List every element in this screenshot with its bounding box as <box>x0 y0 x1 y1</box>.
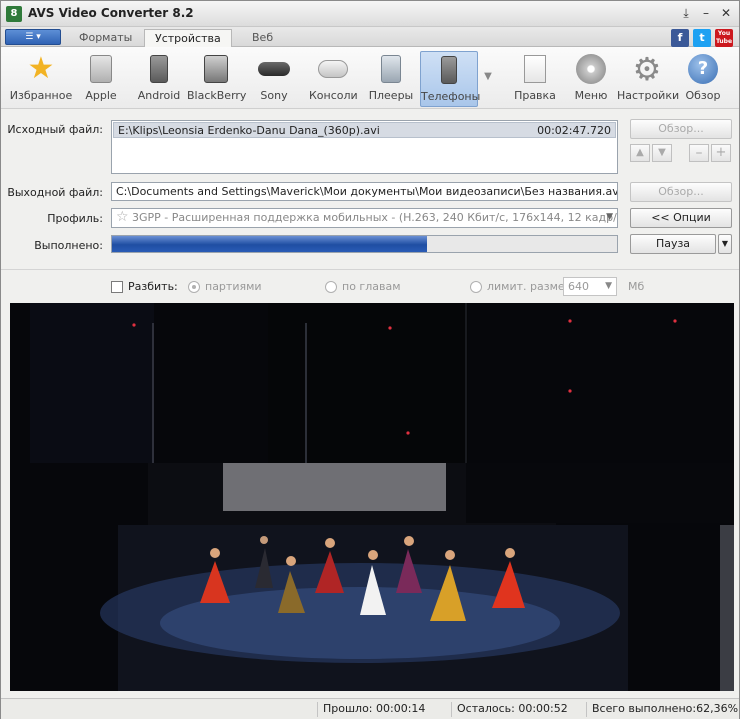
profile-value: 3GPP - Расширенная поддержка мобильных -… <box>132 211 618 224</box>
toolbar-edit[interactable]: Правка <box>513 51 557 107</box>
phone-icon <box>433 54 465 86</box>
remove-file-icon[interactable]: – <box>689 144 709 162</box>
size-limit-value: 640 <box>568 280 589 293</box>
split-by-parts-label: партиями <box>205 280 262 293</box>
progress-fill <box>112 236 427 252</box>
blackberry-icon <box>200 53 232 85</box>
gamepad-icon <box>317 53 349 85</box>
app-logo-icon: 8 <box>6 6 22 22</box>
chevron-down-icon[interactable]: ▼ <box>605 281 612 291</box>
profile-select[interactable]: ☆ 3GPP - Расширенная поддержка мобильных… <box>111 208 618 228</box>
split-by-parts-radio[interactable] <box>188 281 200 293</box>
status-bar: Прошло: 00:00:14 Осталось: 00:00:52 Всег… <box>1 698 739 719</box>
size-unit-label: Мб <box>628 280 645 293</box>
tab-web[interactable]: Веб <box>242 29 283 47</box>
player-icon <box>375 53 407 85</box>
pause-button[interactable]: Пауза <box>630 234 716 254</box>
edit-icon <box>519 53 551 85</box>
video-preview <box>10 303 734 691</box>
close-button[interactable]: ✕ <box>719 5 733 21</box>
youtube-icon[interactable]: You Tube <box>715 29 733 47</box>
elapsed-time: Прошло: 00:00:14 <box>317 702 425 717</box>
help-icon: ? <box>687 53 719 85</box>
title-bar: 8 AVS Video Converter 8.2 ⤓ – ✕ <box>1 1 739 27</box>
tab-bar: ☰ ▾ Форматы Устройства Веб f t You Tube <box>1 27 739 47</box>
split-by-size-radio[interactable] <box>470 281 482 293</box>
toolbar-consoles[interactable]: Консоли <box>309 51 358 107</box>
size-limit-label: лимит. размер <box>487 280 572 293</box>
toolbar-apple[interactable]: Apple <box>79 51 123 107</box>
tab-formats[interactable]: Форматы <box>69 29 142 47</box>
tab-devices[interactable]: Устройства <box>144 29 232 47</box>
move-up-icon[interactable]: ▲ <box>630 144 650 162</box>
total-progress: Всего выполнено:62,36% <box>586 702 738 717</box>
toolbar-android[interactable]: Android <box>135 51 183 107</box>
conversion-progress-bar <box>111 235 618 253</box>
add-file-icon[interactable]: + <box>711 144 731 162</box>
chevron-down-icon[interactable]: ▼ <box>606 212 613 222</box>
gear-icon: ⚙ <box>632 50 662 88</box>
android-phone-icon <box>143 53 175 85</box>
star-icon: ★ <box>27 51 55 86</box>
split-options-row: Разбить: партиями по главам лимит. разме… <box>1 269 739 303</box>
psp-icon <box>258 53 290 85</box>
options-button[interactable]: << Опции <box>630 208 732 228</box>
apple-device-icon <box>85 53 117 85</box>
browse-output-button[interactable]: Обзор... <box>630 182 732 202</box>
size-limit-select[interactable]: 640 ▼ <box>563 277 617 296</box>
pause-options-dropdown[interactable]: ▼ <box>718 234 732 254</box>
toolbar-sony[interactable]: Sony <box>255 51 293 107</box>
split-checkbox[interactable] <box>111 281 123 293</box>
source-file-path: E:\Klips\Leonsia Erdenko-Danu Dana_(360p… <box>118 124 380 137</box>
browse-source-button[interactable]: Обзор... <box>630 119 732 139</box>
output-file-label: Выходной файл: <box>7 186 103 199</box>
toolbar-overview[interactable]: ? Обзор <box>683 51 723 107</box>
source-file-label: Исходный файл: <box>7 123 103 136</box>
toolbar-settings[interactable]: ⚙ Настройки <box>617 50 679 107</box>
output-file-field[interactable]: C:\Documents and Settings\Maverick\Мои д… <box>111 182 618 201</box>
source-file-list[interactable]: E:\Klips\Leonsia Erdenko-Danu Dana_(360p… <box>111 120 618 174</box>
favorite-star-icon[interactable]: ☆ <box>116 209 129 225</box>
list-item[interactable]: E:\Klips\Leonsia Erdenko-Danu Dana_(360p… <box>113 122 616 138</box>
source-duration: 00:02:47.720 <box>537 124 611 137</box>
split-label: Разбить: <box>128 280 178 293</box>
profile-label: Профиль: <box>47 212 103 225</box>
window-title: AVS Video Converter 8.2 <box>28 6 194 20</box>
chevron-down-icon[interactable]: ▼ <box>481 71 495 85</box>
toolbar-players[interactable]: Плееры <box>367 51 415 107</box>
disc-menu-icon <box>575 53 607 85</box>
minimize-to-tray-icon[interactable]: ⤓ <box>679 5 693 21</box>
twitter-icon[interactable]: t <box>693 29 711 47</box>
remaining-time: Осталось: 00:00:52 <box>451 702 568 717</box>
progress-label: Выполнено: <box>34 239 103 252</box>
facebook-icon[interactable]: f <box>671 29 689 47</box>
split-by-chapters-radio[interactable] <box>325 281 337 293</box>
app-window: 8 AVS Video Converter 8.2 ⤓ – ✕ ☰ ▾ Форм… <box>0 0 740 719</box>
video-frame-image <box>10 303 734 691</box>
toolbar-phones[interactable]: Телефоны <box>420 51 480 107</box>
device-toolbar: ★ Избранное Apple Android BlackBerry Son… <box>1 47 739 109</box>
main-menu-button[interactable]: ☰ ▾ <box>5 29 61 45</box>
toolbar-blackberry[interactable]: BlackBerry <box>187 51 246 107</box>
move-down-icon[interactable]: ▼ <box>652 144 672 162</box>
minimize-button[interactable]: – <box>699 5 713 21</box>
split-by-chapters-label: по главам <box>342 280 401 293</box>
toolbar-favorites[interactable]: ★ Избранное <box>9 51 73 107</box>
toolbar-menu[interactable]: Меню <box>569 51 613 107</box>
